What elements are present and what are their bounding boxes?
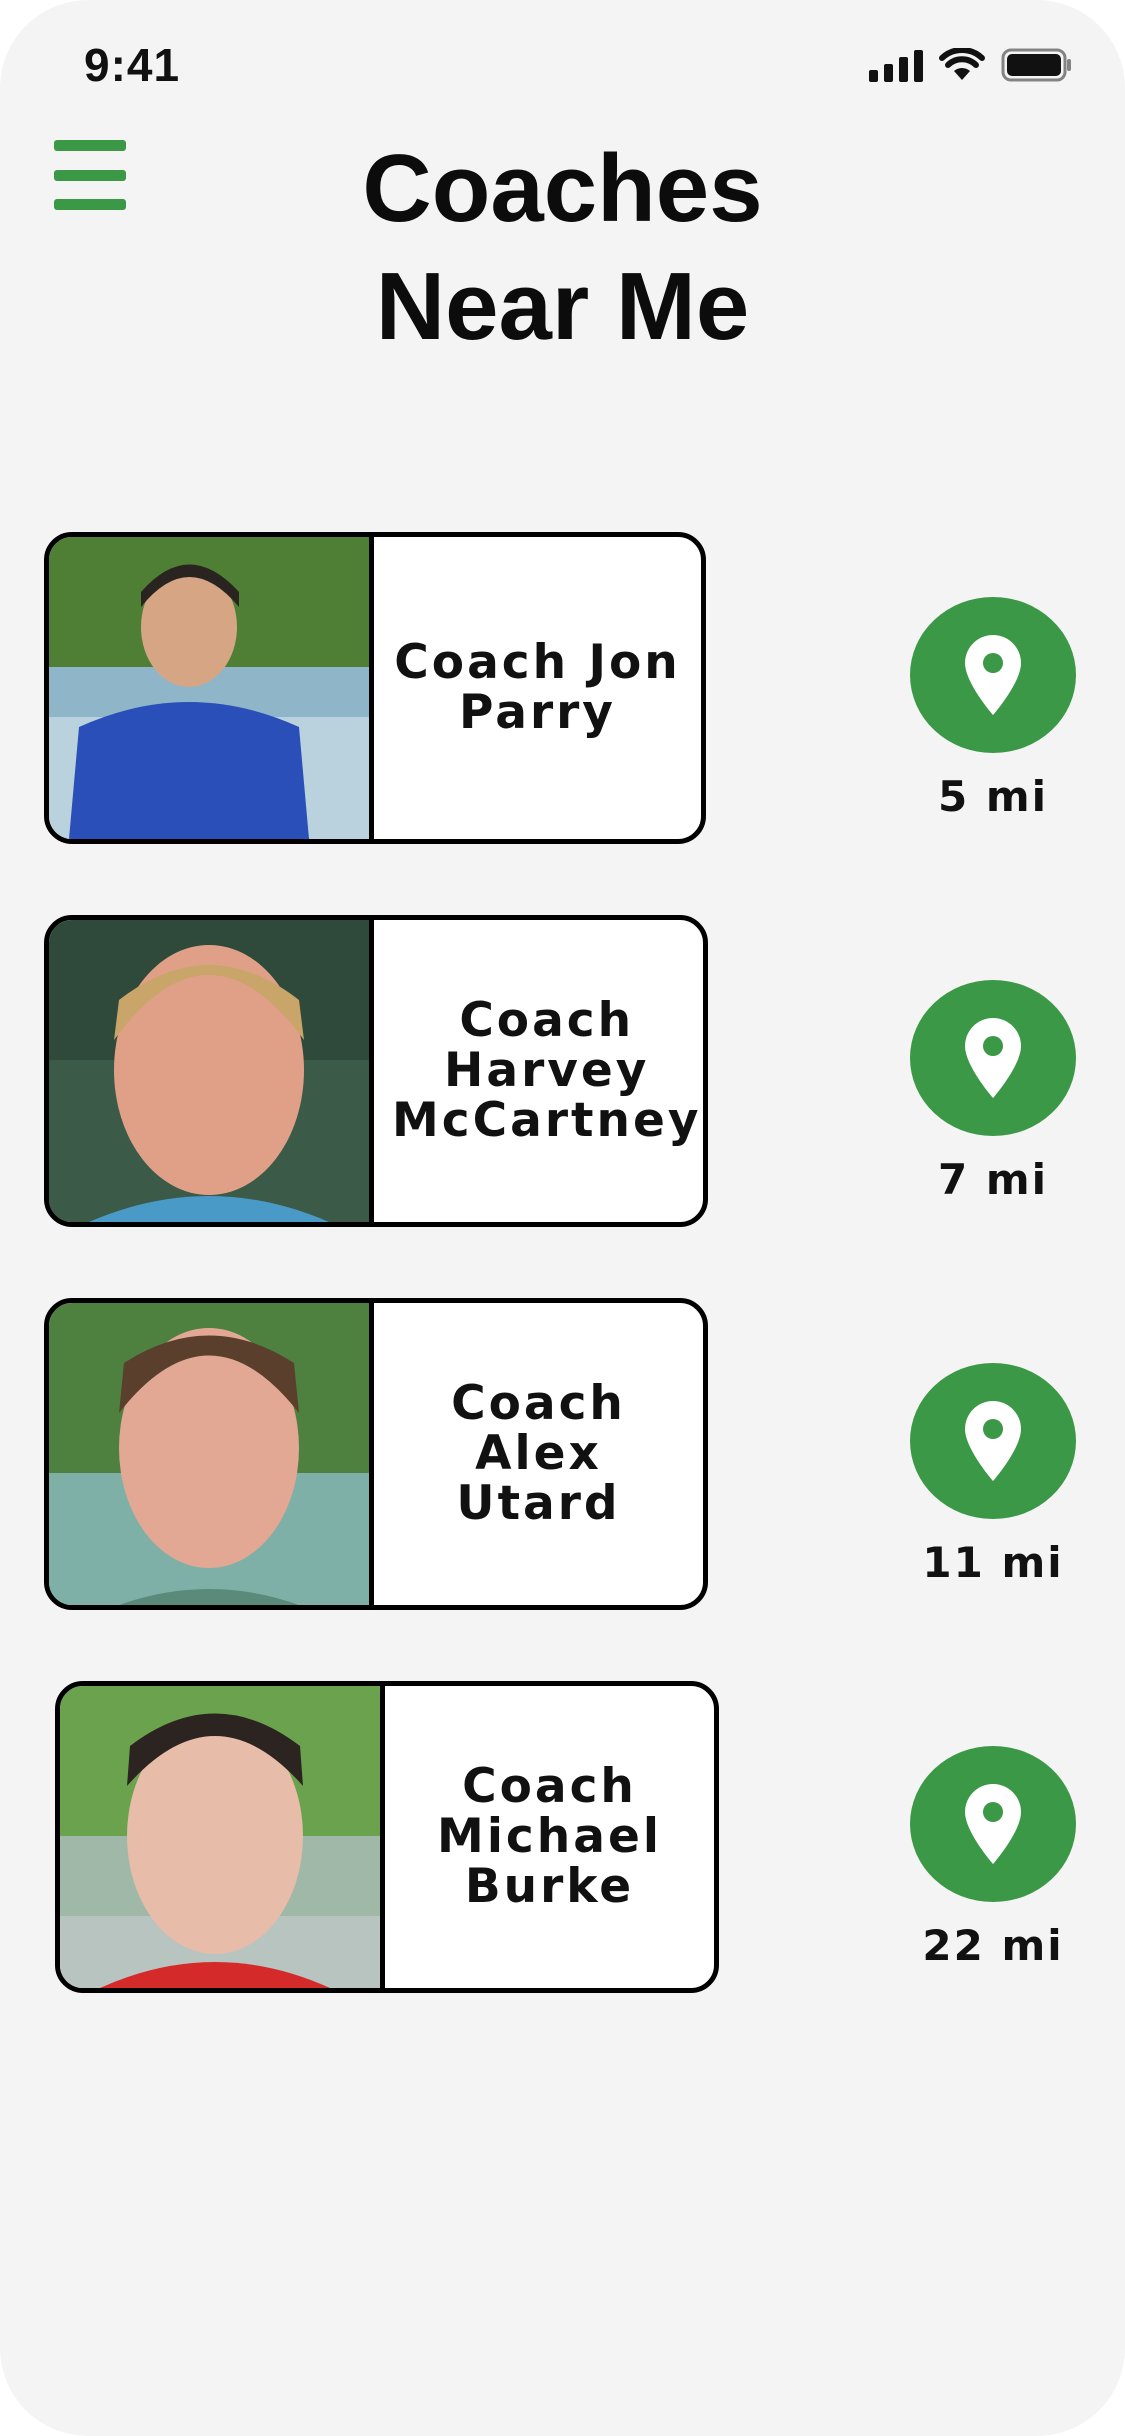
coach-card[interactable]: Coach Alex Utard xyxy=(44,1298,708,1610)
coach-name: Coach Jon Parry xyxy=(394,635,681,740)
distance-label: 5 mi xyxy=(937,772,1048,821)
coach-card[interactable]: Coach Harvey McCartney xyxy=(44,915,708,1227)
distance-label: 7 mi xyxy=(937,1155,1048,1204)
coach-row: Coach Alex Utard 11 mi xyxy=(0,1298,1125,1610)
page-title: Coaches Near Me xyxy=(0,130,1125,366)
coach-photo xyxy=(49,537,374,839)
location-pin-icon xyxy=(965,1401,1021,1481)
status-time: 9:41 xyxy=(84,39,181,91)
location-pin-button[interactable] xyxy=(910,980,1076,1136)
coach-photo xyxy=(49,920,374,1222)
location-pin-button[interactable] xyxy=(910,1363,1076,1519)
distance-label: 22 mi xyxy=(922,1921,1064,1970)
coach-name: Coach Alex Utard xyxy=(451,1376,626,1531)
coach-row: Coach Harvey McCartney 7 mi xyxy=(0,915,1125,1227)
coach-photo xyxy=(60,1686,385,1988)
coach-name: Coach Michael Burke xyxy=(437,1759,662,1914)
location-pin-icon xyxy=(965,1018,1021,1098)
distance-label: 11 mi xyxy=(922,1538,1064,1587)
status-icons xyxy=(869,48,1073,82)
page-title-line-1: Coaches xyxy=(362,135,763,242)
coach-photo xyxy=(49,1303,374,1605)
battery-icon xyxy=(1001,48,1073,82)
coach-card[interactable]: Coach Jon Parry xyxy=(44,532,706,844)
location-pin-button[interactable] xyxy=(910,1746,1076,1902)
coach-card[interactable]: Coach Michael Burke xyxy=(55,1681,719,1993)
location-pin-icon xyxy=(965,635,1021,715)
page-title-line-2: Near Me xyxy=(375,253,750,360)
phone-screen: 9:41 Coaches Near Me Coach Jon Parry 5 m… xyxy=(0,0,1125,2436)
location-pin-icon xyxy=(965,1784,1021,1864)
coach-name: Coach Harvey McCartney xyxy=(392,993,702,1148)
coach-row: Coach Michael Burke 22 mi xyxy=(0,1681,1125,1993)
coach-row: Coach Jon Parry 5 mi xyxy=(0,532,1125,844)
location-pin-button[interactable] xyxy=(910,597,1076,753)
cellular-signal-icon xyxy=(869,48,923,82)
wifi-icon xyxy=(939,48,985,82)
status-bar: 9:41 xyxy=(0,0,1125,140)
